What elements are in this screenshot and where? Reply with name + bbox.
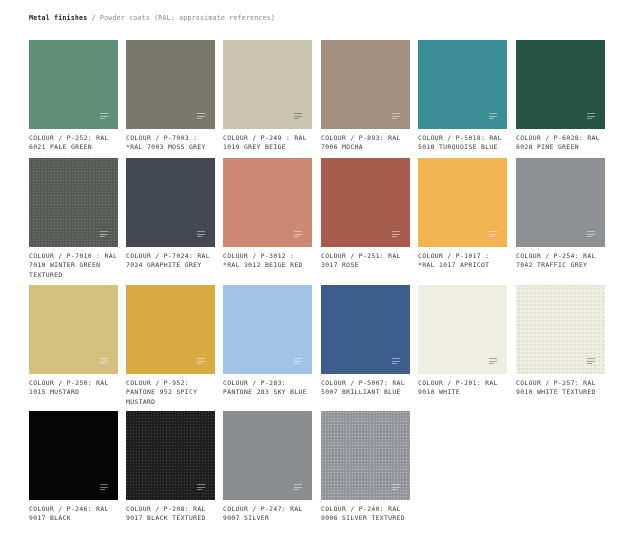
menu-icon[interactable] bbox=[294, 113, 302, 119]
color-swatch[interactable] bbox=[321, 411, 410, 500]
color-swatch[interactable] bbox=[126, 158, 215, 247]
menu-icon[interactable] bbox=[392, 484, 400, 490]
swatch-card[interactable]: COLOUR / P-3012 : *RAL 3012 BEIGE RED bbox=[223, 158, 312, 271]
color-swatch[interactable] bbox=[516, 40, 605, 129]
swatch-label: COLOUR / P-247: RAL 9007 SILVER bbox=[223, 505, 303, 523]
swatch-card[interactable]: COLOUR / P-6028: RAL 6028 PINE GREEN bbox=[516, 40, 605, 153]
swatch-card[interactable]: COLOUR / P-7024: RAL 7024 GRAPHITE GREY bbox=[126, 158, 215, 271]
menu-icon[interactable] bbox=[197, 113, 205, 119]
swatch-label: COLOUR / P-250: RAL 1015 MUSTARD bbox=[29, 379, 109, 397]
swatch-label: COLOUR / P-240: RAL 9006 SILVER TEXTURED bbox=[321, 505, 405, 523]
swatch-card[interactable]: COLOUR / P-240: RAL 9006 SILVER TEXTURED bbox=[321, 411, 410, 524]
color-swatch[interactable] bbox=[29, 40, 118, 129]
swatch-label: COLOUR / P-201: RAL 9010 WHITE bbox=[418, 379, 498, 397]
menu-icon[interactable] bbox=[392, 113, 400, 119]
color-swatch[interactable] bbox=[223, 40, 312, 129]
swatch-card[interactable]: COLOUR / P-250: RAL 1015 MUSTARD bbox=[29, 285, 118, 398]
menu-icon[interactable] bbox=[587, 113, 595, 119]
menu-icon[interactable] bbox=[197, 484, 205, 490]
swatch-label: COLOUR / P-251: RAL 3017 ROSE bbox=[321, 252, 401, 270]
swatch-card[interactable]: COLOUR / P-254: RAL 7042 TRAFFIC GREY bbox=[516, 158, 605, 271]
color-swatch[interactable] bbox=[418, 158, 507, 247]
color-swatch[interactable] bbox=[29, 285, 118, 374]
swatch-label: COLOUR / P-208: RAL 9017 BLACK TEXTURED bbox=[126, 505, 206, 523]
menu-icon[interactable] bbox=[197, 358, 205, 364]
menu-icon[interactable] bbox=[489, 113, 497, 119]
swatch-card[interactable]: COLOUR / P-5018: RAL 5018 TURQUOISE BLUE bbox=[418, 40, 507, 153]
swatch-card[interactable]: COLOUR / P-252: RAL 6021 PALE GREEN bbox=[29, 40, 118, 153]
swatch-card[interactable]: COLOUR / P-952: PANTONE 952 SPICY MUSTAR… bbox=[126, 285, 215, 407]
menu-icon[interactable] bbox=[392, 231, 400, 237]
menu-icon[interactable] bbox=[100, 231, 108, 237]
swatch-label: COLOUR / P-6028: RAL 6028 PINE GREEN bbox=[516, 134, 600, 152]
menu-icon[interactable] bbox=[587, 358, 595, 364]
swatch-label: COLOUR / P-283: PANTONE 283 SKY BLUE bbox=[223, 379, 307, 397]
color-swatch[interactable] bbox=[223, 411, 312, 500]
swatch-label: COLOUR / P-1017 : *RAL 1017 APRICOT bbox=[418, 252, 490, 270]
swatch-card[interactable]: COLOUR / P-246: RAL 9017 BLACK bbox=[29, 411, 118, 524]
swatch-label: COLOUR / P-952: PANTONE 952 SPICY MUSTAR… bbox=[126, 379, 198, 406]
menu-icon[interactable] bbox=[392, 358, 400, 364]
menu-icon[interactable] bbox=[100, 484, 108, 490]
color-swatch[interactable] bbox=[516, 285, 605, 374]
color-swatch[interactable] bbox=[418, 285, 507, 374]
swatch-card[interactable]: COLOUR / P-893: RAL 7006 MOCHA bbox=[321, 40, 410, 153]
breadcrumb-separator: / bbox=[91, 14, 96, 22]
menu-icon[interactable] bbox=[489, 358, 497, 364]
color-swatch[interactable] bbox=[126, 40, 215, 129]
swatch-card[interactable]: COLOUR / P-208: RAL 9017 BLACK TEXTURED bbox=[126, 411, 215, 524]
color-swatch[interactable] bbox=[29, 411, 118, 500]
swatch-card[interactable]: COLOUR / P-7003 : *RAL 7003 MOSS GREY bbox=[126, 40, 215, 153]
menu-icon[interactable] bbox=[100, 113, 108, 119]
swatch-label: COLOUR / P-249 : RAL 1019 GREY BEIGE bbox=[223, 134, 307, 152]
swatch-card[interactable]: COLOUR / P-1017 : *RAL 1017 APRICOT bbox=[418, 158, 507, 271]
swatch-label: COLOUR / P-5018: RAL 5018 TURQUOISE BLUE bbox=[418, 134, 502, 152]
color-swatch[interactable] bbox=[126, 411, 215, 500]
swatch-label: COLOUR / P-254: RAL 7042 TRAFFIC GREY bbox=[516, 252, 596, 270]
breadcrumb-section-link[interactable]: Metal finishes bbox=[29, 14, 87, 22]
breadcrumb-current: Powder coats (RAL: approximate reference… bbox=[99, 14, 276, 22]
color-swatch[interactable] bbox=[223, 158, 312, 247]
swatch-card[interactable]: COLOUR / P-251: RAL 3017 ROSE bbox=[321, 158, 410, 271]
swatch-label: COLOUR / P-3012 : *RAL 3012 BEIGE RED bbox=[223, 252, 303, 270]
swatch-label: COLOUR / P-252: RAL 6021 PALE GREEN bbox=[29, 134, 109, 152]
menu-icon[interactable] bbox=[100, 358, 108, 364]
swatch-label: COLOUR / P-7003 : *RAL 7003 MOSS GREY bbox=[126, 134, 206, 152]
menu-icon[interactable] bbox=[294, 358, 302, 364]
swatch-card[interactable]: COLOUR / P-5007: RAL 5007 BRILLIANT BLUE bbox=[321, 285, 410, 398]
swatch-label: COLOUR / P-7024: RAL 7024 GRAPHITE GREY bbox=[126, 252, 210, 270]
swatch-card[interactable]: COLOUR / P-257: RAL 9010 WHITE TEXTURED bbox=[516, 285, 605, 398]
swatch-label: COLOUR / P-893: RAL 7006 MOCHA bbox=[321, 134, 401, 152]
color-swatch[interactable] bbox=[321, 158, 410, 247]
swatch-card[interactable]: COLOUR / P-247: RAL 9007 SILVER bbox=[223, 411, 312, 524]
menu-icon[interactable] bbox=[197, 231, 205, 237]
swatch-card[interactable]: COLOUR / P-283: PANTONE 283 SKY BLUE bbox=[223, 285, 312, 398]
color-swatch[interactable] bbox=[516, 158, 605, 247]
menu-icon[interactable] bbox=[294, 484, 302, 490]
color-swatch[interactable] bbox=[321, 40, 410, 129]
swatch-card[interactable]: COLOUR / P-201: RAL 9010 WHITE bbox=[418, 285, 507, 398]
color-swatch[interactable] bbox=[223, 285, 312, 374]
swatch-label: COLOUR / P-246: RAL 9017 BLACK bbox=[29, 505, 109, 523]
color-swatch[interactable] bbox=[321, 285, 410, 374]
color-swatch[interactable] bbox=[126, 285, 215, 374]
menu-icon[interactable] bbox=[587, 231, 595, 237]
color-swatch[interactable] bbox=[418, 40, 507, 129]
swatch-label: COLOUR / P-7010 : RAL 7010 WINTER GREEN … bbox=[29, 252, 118, 279]
menu-icon[interactable] bbox=[294, 231, 302, 237]
swatch-label: COLOUR / P-5007: RAL 5007 BRILLIANT BLUE bbox=[321, 379, 405, 397]
swatch-card[interactable]: COLOUR / P-249 : RAL 1019 GREY BEIGE bbox=[223, 40, 312, 153]
breadcrumb: Metal finishes / Powder coats (RAL: appr… bbox=[29, 14, 275, 22]
swatch-card[interactable]: COLOUR / P-7010 : RAL 7010 WINTER GREEN … bbox=[29, 158, 118, 280]
color-swatch[interactable] bbox=[29, 158, 118, 247]
swatch-label: COLOUR / P-257: RAL 9010 WHITE TEXTURED bbox=[516, 379, 596, 397]
menu-icon[interactable] bbox=[489, 231, 497, 237]
